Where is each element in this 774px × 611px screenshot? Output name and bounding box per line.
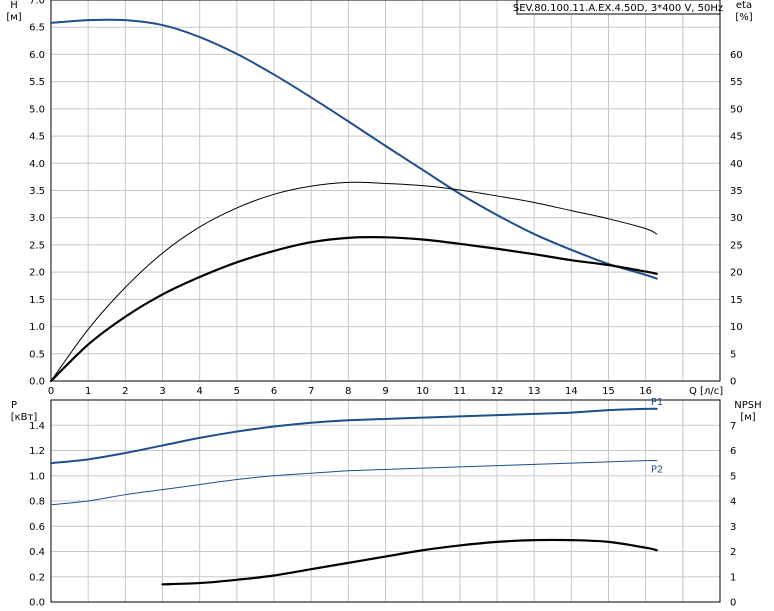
left-tick-label: 2.0 — [29, 268, 45, 279]
right-tick-label: 25 — [730, 240, 743, 251]
left-tick-label: 4.0 — [29, 159, 45, 170]
x-tick-label: 5 — [234, 386, 240, 397]
right-tick-label: 3 — [730, 522, 736, 533]
npsh-axis-label: NPSH — [734, 400, 761, 411]
left-tick-label: 1.5 — [29, 295, 45, 306]
left-tick-label: 3.0 — [29, 213, 45, 224]
p-axis-label: P — [11, 400, 17, 411]
right-tick-label: 15 — [730, 295, 743, 306]
left-tick-label: 3.5 — [29, 186, 45, 197]
series-line-0-1 — [50, 181, 658, 382]
series-line-0-2 — [49, 236, 658, 383]
right-tick-label: 30 — [730, 213, 743, 224]
left-tick-label: 6.0 — [29, 50, 45, 61]
x-tick-labels: 0 1 2 3 4 5 6 7 8 9 10 11 12 13 14 15 16 — [48, 386, 652, 397]
x-tick-label: 0 — [48, 386, 54, 397]
h-axis-unit: [м] — [6, 12, 21, 23]
right-tick-label: 7 — [730, 421, 736, 432]
left-tick-label: 0.6 — [29, 522, 45, 533]
x-tick-label: 2 — [122, 386, 128, 397]
left-tick-label: 4.5 — [29, 132, 45, 143]
eta-axis-label: eta — [736, 0, 752, 11]
p-axis-unit: [кВт] — [11, 412, 38, 423]
left-tick-label: 0.0 — [29, 377, 45, 388]
chart-title: SEV.80.100.11.A.EX.4.50D, 3*400 V, 50Hz — [513, 3, 723, 14]
eta-axis-unit: [%] — [735, 12, 752, 23]
left-tick-label: 0.8 — [29, 497, 45, 508]
top-left-tick-labels: 0.0 0.5 1.0 1.5 2.0 2.5 3.0 3.5 4.0 4.5 5.0 5.5 6.0 6… — [29, 0, 45, 388]
x-tick-label: 7 — [308, 386, 314, 397]
x-tick-label: 3 — [159, 386, 165, 397]
right-tick-label: 45 — [730, 132, 743, 143]
right-tick-label: 35 — [730, 186, 743, 197]
x-tick-label: 16 — [639, 386, 652, 397]
left-tick-label: 0.2 — [29, 572, 45, 583]
series-line-1-1 — [50, 460, 658, 506]
right-tick-label: 6 — [730, 446, 736, 457]
x-tick-label: 1 — [85, 386, 91, 397]
x-tick-label: 9 — [382, 386, 388, 397]
left-tick-label: 1.2 — [29, 446, 45, 457]
left-tick-label: 0.0 — [29, 598, 45, 609]
head-efficiency-panel: 0.0 0.5 1.0 1.5 2.0 2.5 3.0 3.5 4.0 4.5 5.0 5.5 6.0 6… — [6, 0, 753, 397]
series-line-1-0 — [50, 407, 658, 465]
x-tick-label: 14 — [565, 386, 578, 397]
right-tick-label: 5 — [730, 471, 736, 482]
pump-performance-chart: 0.0 0.5 1.0 1.5 2.0 2.5 3.0 3.5 4.0 4.5 5.0 5.5 6.0 6… — [6, 0, 762, 609]
right-tick-label: 60 — [730, 50, 743, 61]
bottom-right-tick-labels: 0 1 2 3 4 5 6 7 — [730, 421, 736, 609]
x-tick-label: 13 — [528, 386, 541, 397]
left-tick-label: 2.5 — [29, 240, 45, 251]
x-tick-label: 11 — [453, 386, 466, 397]
right-tick-label: 0 — [730, 377, 736, 388]
power-npsh-panel: P1P2 0.00.20.40.60.81.01.21.4 01234567 P… — [11, 397, 762, 609]
h-axis-label: H — [10, 0, 18, 11]
left-tick-label: 5.5 — [29, 77, 45, 88]
left-tick-label: 0.5 — [29, 349, 45, 360]
left-tick-label: 5.0 — [29, 104, 45, 115]
right-tick-label: 10 — [730, 322, 743, 333]
top-right-tick-labels: 0 5 10 15 20 25 30 35 40 45 50 55 60 — [730, 50, 743, 388]
right-tick-label: 55 — [730, 77, 743, 88]
x-tick-label: 4 — [196, 386, 202, 397]
series-label-p1: P1 — [651, 397, 663, 408]
x-tick-label: 10 — [416, 386, 429, 397]
right-tick-label: 4 — [730, 497, 736, 508]
left-tick-label: 6.5 — [29, 23, 45, 34]
top-grid — [51, 0, 720, 381]
right-tick-label: 1 — [730, 572, 736, 583]
x-tick-label: 6 — [271, 386, 277, 397]
x-tick-label: 12 — [491, 386, 504, 397]
series-label-p2: P2 — [651, 465, 663, 476]
right-tick-label: 0 — [730, 598, 736, 609]
bottom-grid — [51, 400, 720, 602]
right-tick-label: 40 — [730, 159, 743, 170]
npsh-axis-unit: [м] — [740, 412, 755, 423]
x-tick-label: 15 — [602, 386, 615, 397]
right-tick-label: 50 — [730, 104, 743, 115]
right-tick-label: 20 — [730, 268, 743, 279]
left-tick-label: 0.4 — [29, 547, 45, 558]
left-tick-label: 1.0 — [29, 471, 45, 482]
right-tick-label: 5 — [730, 349, 736, 360]
left-tick-label: 7.0 — [29, 0, 45, 7]
bottom-left-tick-labels: 0.00.20.40.60.81.01.21.4 — [29, 421, 45, 609]
right-tick-label: 2 — [730, 547, 736, 558]
x-tick-label: 8 — [345, 386, 351, 397]
series-line-0-0 — [50, 18, 658, 280]
left-tick-label: 1.0 — [29, 322, 45, 333]
x-axis-label: Q [л/с] — [689, 386, 723, 397]
